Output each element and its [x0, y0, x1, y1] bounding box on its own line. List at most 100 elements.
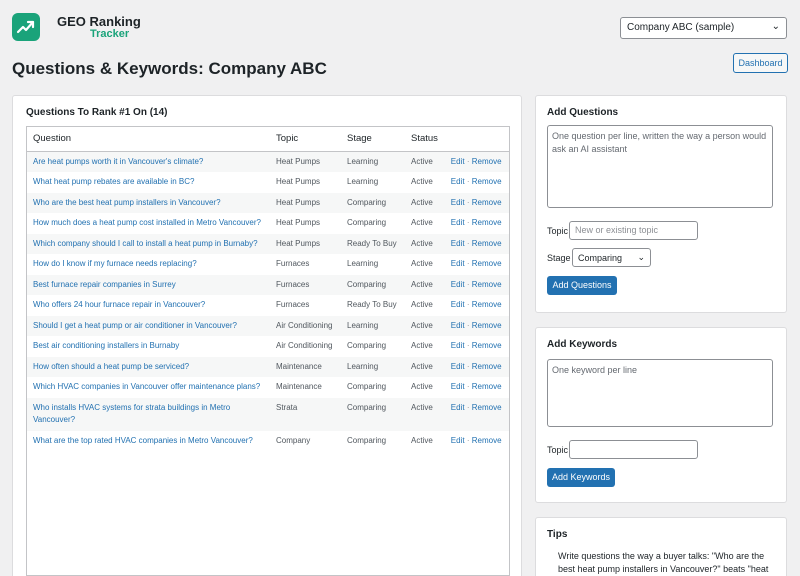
questions-card: Questions To Rank #1 On (14) Question To… — [12, 95, 522, 576]
remove-link[interactable]: Remove — [472, 362, 502, 371]
edit-link[interactable]: Edit — [451, 321, 465, 330]
table-row: How often should a heat pump be serviced… — [27, 356, 509, 377]
question-link[interactable]: Best furnace repair companies in Surrey — [33, 280, 176, 289]
keyword-topic-input[interactable] — [569, 440, 698, 459]
top-bar: GEO Ranking Tracker Company ABC (sample)… — [0, 0, 800, 52]
question-link[interactable]: Who offers 24 hour furnace repair in Van… — [33, 300, 205, 309]
column-header-question: Question — [27, 127, 270, 152]
remove-link[interactable]: Remove — [472, 300, 502, 309]
company-select[interactable]: Company ABC (sample) ⌄ — [620, 17, 787, 39]
edit-link[interactable]: Edit — [451, 382, 465, 391]
question-link[interactable]: Which HVAC companies in Vancouver offer … — [33, 382, 260, 391]
edit-link[interactable]: Edit — [451, 259, 465, 268]
status-cell: Active Edit · Remove — [405, 336, 509, 357]
add-keywords-button[interactable]: Add Keywords — [547, 468, 615, 487]
remove-link[interactable]: Remove — [472, 239, 502, 248]
edit-link[interactable]: Edit — [451, 341, 465, 350]
question-link[interactable]: Who installs HVAC systems for strata bui… — [33, 403, 230, 425]
add-questions-card: Add Questions One question per line, wri… — [535, 95, 787, 313]
edit-link[interactable]: Edit — [451, 239, 465, 248]
status-text: Active — [411, 238, 433, 248]
stage-cell: Learning — [341, 315, 405, 336]
question-link[interactable]: What heat pump rebates are available in … — [33, 177, 194, 186]
question-link[interactable]: Are heat pumps worth it in Vancouver's c… — [33, 157, 203, 166]
topic-cell: Furnaces — [270, 274, 341, 295]
status-text: Active — [411, 361, 433, 371]
question-cell: Which company should I call to install a… — [27, 233, 270, 254]
edit-link[interactable]: Edit — [451, 198, 465, 207]
separator: · — [466, 382, 470, 391]
separator: · — [466, 402, 470, 412]
tips-text: Write questions the way a buyer talks: "… — [558, 551, 769, 574]
status-text: Active — [411, 259, 433, 268]
edit-link[interactable]: Edit — [451, 280, 465, 289]
remove-link[interactable]: Remove — [472, 321, 502, 330]
status-text: Active — [411, 156, 433, 166]
remove-link[interactable]: Remove — [472, 198, 502, 207]
keywords-textarea[interactable]: One keyword per line — [547, 359, 773, 427]
topic-input[interactable]: New or existing topic — [569, 221, 698, 240]
edit-link[interactable]: Edit — [451, 362, 465, 371]
status-text: Active — [411, 402, 433, 412]
topic-cell: Heat Pumps — [276, 177, 321, 186]
status-cell: Active Edit · Remove — [405, 233, 509, 254]
separator: · — [466, 177, 470, 186]
remove-link[interactable]: Remove — [472, 403, 502, 412]
stage-cell: Ready To Buy — [347, 300, 397, 309]
question-link[interactable]: Which company should I call to install a… — [33, 239, 258, 248]
remove-link[interactable]: Remove — [472, 157, 502, 166]
remove-link[interactable]: Remove — [472, 259, 502, 268]
column-header-stage: Stage — [341, 127, 405, 152]
stage-cell: Comparing — [347, 382, 387, 391]
status-text: Active — [411, 320, 433, 330]
question-link[interactable]: What are the top rated HVAC companies in… — [33, 436, 253, 445]
topic-cell: Heat Pumps — [270, 151, 341, 172]
question-cell: How much does a heat pump cost installed… — [27, 213, 270, 234]
question-link[interactable]: Best air conditioning installers in Burn… — [33, 341, 179, 350]
remove-link[interactable]: Remove — [472, 218, 502, 227]
edit-link[interactable]: Edit — [451, 157, 465, 166]
stage-select[interactable]: Comparing ⌄ — [572, 248, 651, 267]
stage-cell: Comparing — [341, 274, 405, 295]
remove-link[interactable]: Remove — [472, 280, 502, 289]
separator: · — [466, 279, 470, 289]
edit-link[interactable]: Edit — [451, 218, 465, 227]
edit-link[interactable]: Edit — [451, 300, 465, 309]
topic-label: Topic — [547, 226, 569, 236]
topic-cell: Heat Pumps — [270, 192, 341, 213]
add-questions-button[interactable]: Add Questions — [547, 276, 617, 295]
edit-link[interactable]: Edit — [451, 403, 465, 412]
topic-cell: Company — [276, 435, 311, 445]
column-header-status: Status — [405, 127, 509, 152]
status-cell: Active Edit · Remove — [405, 172, 509, 193]
table-row: What heat pump rebates are available in … — [27, 172, 509, 193]
questions-textarea[interactable]: One question per line, written the way a… — [547, 125, 773, 208]
question-cell: What heat pump rebates are available in … — [27, 172, 270, 193]
remove-link[interactable]: Remove — [472, 436, 502, 445]
status-text: Active — [411, 177, 433, 186]
status-text: Active — [411, 300, 433, 309]
remove-link[interactable]: Remove — [472, 382, 502, 391]
question-link[interactable]: How much does a heat pump cost installed… — [33, 218, 261, 227]
status-cell: Active Edit · Remove — [405, 192, 509, 213]
column-header-topic: Topic — [270, 127, 341, 152]
logo — [12, 13, 40, 41]
edit-link[interactable]: Edit — [451, 177, 465, 186]
separator: · — [466, 435, 470, 445]
remove-link[interactable]: Remove — [472, 341, 502, 350]
remove-link[interactable]: Remove — [472, 177, 502, 186]
question-link[interactable]: Should I get a heat pump or air conditio… — [33, 321, 237, 330]
question-link[interactable]: How often should a heat pump be serviced… — [33, 362, 189, 371]
separator: · — [466, 259, 470, 268]
add-keywords-title: Add Keywords — [547, 339, 618, 350]
separator: · — [466, 341, 470, 350]
table-row: Are heat pumps worth it in Vancouver's c… — [27, 151, 509, 172]
dashboard-button[interactable]: Dashboard — [733, 53, 788, 73]
stage-cell: Comparing — [347, 341, 387, 350]
question-link[interactable]: Who are the best heat pump installers in… — [33, 198, 221, 207]
table-row: Who are the best heat pump installers in… — [27, 192, 509, 213]
add-keywords-card: Add Keywords One keyword per line Topic … — [535, 327, 787, 503]
edit-link[interactable]: Edit — [451, 436, 465, 445]
question-link[interactable]: How do I know if my furnace needs replac… — [33, 259, 197, 268]
stage-cell: Learning — [341, 151, 405, 172]
